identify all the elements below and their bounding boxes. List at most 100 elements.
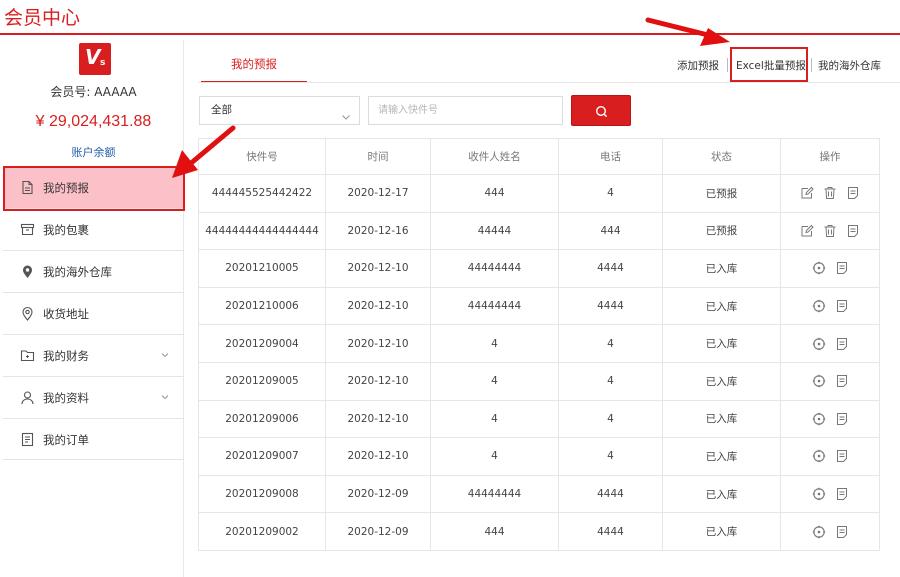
row-actions	[800, 224, 860, 238]
folder-icon	[20, 348, 35, 363]
sidebar-item-my-orders[interactable]: 我的订单	[3, 418, 184, 460]
tracking-number-search-input[interactable]	[368, 96, 563, 125]
recipient-name-cell: 44444444	[430, 286, 559, 326]
sidebar-item-label: 我的财务	[43, 349, 89, 363]
phone-cell: 4444	[558, 474, 663, 514]
detail-icon[interactable]	[846, 186, 860, 200]
edit-icon[interactable]	[800, 224, 814, 238]
sidebar-item-my-packages[interactable]: 我的包裹	[3, 208, 184, 250]
status-cell: 已入库	[662, 474, 781, 514]
edit-icon[interactable]	[800, 186, 814, 200]
phone-cell: 4	[558, 399, 663, 439]
user-icon	[20, 390, 35, 405]
sidebar-item-my-finance[interactable]: 我的财务	[3, 334, 184, 376]
locate-icon[interactable]	[812, 337, 826, 351]
status-cell: 已入库	[662, 324, 781, 363]
time-cell: 2020-12-09	[325, 512, 431, 551]
detail-icon[interactable]	[835, 299, 849, 313]
member-id: 会员号: AAAAA	[50, 85, 137, 99]
sidebar-item-label: 我的资料	[43, 391, 89, 405]
locate-icon[interactable]	[812, 412, 826, 426]
overseas-warehouse-link[interactable]: 我的海外仓库	[818, 58, 881, 73]
row-actions	[812, 374, 849, 388]
table-row: 20201209006 2020-12-10 4 4 已入库	[198, 399, 880, 439]
column-header-status: 状态	[662, 138, 781, 175]
detail-icon[interactable]	[835, 487, 849, 501]
phone-cell: 4	[558, 437, 663, 476]
account-balance-link[interactable]: 账户余额	[3, 144, 184, 160]
detail-icon[interactable]	[835, 337, 849, 351]
locate-icon[interactable]	[812, 374, 826, 388]
row-actions	[812, 337, 849, 351]
tracking-no-cell: 444445525442422	[198, 174, 326, 213]
actions-cell	[780, 437, 880, 476]
pin-icon	[20, 306, 35, 321]
link-separator	[727, 58, 728, 72]
table-header-row: 快件号 时间 收件人姓名 电话 状态 操作	[198, 138, 880, 175]
sidebar-item-label: 我的订单	[43, 433, 89, 447]
tab-divider	[198, 82, 900, 83]
link-separator	[811, 58, 812, 72]
tracking-no-cell: 20201209002	[198, 512, 326, 551]
time-cell: 2020-12-10	[325, 437, 431, 476]
locate-icon[interactable]	[812, 525, 826, 539]
time-cell: 2020-12-10	[325, 249, 431, 288]
table-row: 20201209004 2020-12-10 4 4 已入库	[198, 324, 880, 363]
detail-icon[interactable]	[835, 449, 849, 463]
locate-icon[interactable]	[812, 299, 826, 313]
detail-icon[interactable]	[835, 261, 849, 275]
sidebar-item-overseas-warehouse[interactable]: 我的海外仓库	[3, 250, 184, 292]
table-body: 444445525442422 2020-12-17 444 4 已预报 44444444…	[198, 174, 880, 551]
sidebar-item-label: 我的预报	[43, 181, 89, 195]
add-forecast-link[interactable]: 添加预报	[677, 58, 719, 73]
actions-cell	[780, 474, 880, 514]
account-balance: ¥ 29,024,431.88	[35, 113, 152, 130]
phone-cell: 4	[558, 361, 663, 401]
detail-icon[interactable]	[835, 374, 849, 388]
recipient-name-cell: 4	[430, 437, 559, 476]
row-actions	[812, 299, 849, 313]
recipient-name-cell: 444	[430, 174, 559, 213]
phone-cell: 444	[558, 211, 663, 251]
recipient-name-cell: 44444444	[430, 249, 559, 288]
tracking-no-cell: 20201209005	[198, 361, 326, 401]
trash-icon[interactable]	[823, 186, 837, 200]
recipient-name-cell: 4	[430, 399, 559, 439]
tab-my-forecast[interactable]: 我的预报	[201, 47, 307, 83]
sidebar-item-label: 收货地址	[43, 307, 89, 321]
phone-cell: 4	[558, 324, 663, 363]
locate-icon[interactable]	[812, 487, 826, 501]
locate-icon[interactable]	[812, 449, 826, 463]
detail-icon[interactable]	[846, 224, 860, 238]
actions-cell	[780, 211, 880, 251]
column-header-recipient: 收件人姓名	[430, 138, 559, 175]
status-filter-select[interactable]: 全部	[199, 96, 360, 125]
phone-cell: 4	[558, 174, 663, 213]
sidebar-item-label: 我的包裹	[43, 223, 89, 237]
sidebar-item-shipping-address[interactable]: 收货地址	[3, 292, 184, 334]
sidebar-item-my-profile[interactable]: 我的资料	[3, 376, 184, 418]
locate-icon[interactable]	[812, 261, 826, 275]
detail-icon[interactable]	[835, 412, 849, 426]
actions-cell	[780, 286, 880, 326]
sidebar-item-label: 我的海外仓库	[43, 265, 112, 279]
status-cell: 已入库	[662, 512, 781, 551]
logo-sub-letter: s	[100, 58, 106, 68]
column-header-actions: 操作	[780, 138, 880, 175]
trash-icon[interactable]	[823, 224, 837, 238]
phone-cell: 4444	[558, 512, 663, 551]
sidebar-item-my-forecast[interactable]: 我的预报	[3, 166, 184, 208]
chevron-down-icon	[341, 106, 351, 120]
tracking-no-cell: 20201209004	[198, 324, 326, 363]
search-button[interactable]	[571, 95, 631, 126]
tracking-no-cell: 20201210006	[198, 286, 326, 326]
row-actions	[812, 449, 849, 463]
chevron-down-icon	[160, 391, 170, 401]
status-cell: 已入库	[662, 249, 781, 288]
time-cell: 2020-12-09	[325, 474, 431, 514]
row-actions	[812, 412, 849, 426]
detail-icon[interactable]	[835, 525, 849, 539]
tracking-no-cell: 44444444444444444	[198, 211, 326, 251]
title-divider	[0, 33, 900, 35]
box-icon	[20, 222, 35, 237]
